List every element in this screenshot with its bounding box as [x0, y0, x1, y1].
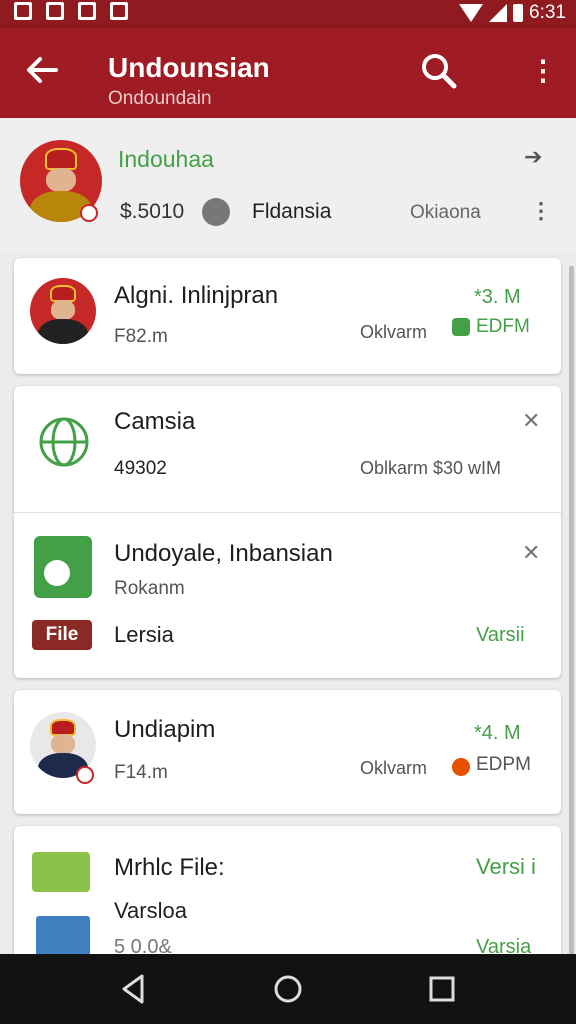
- item-meta: Oblkarm $30 wIM: [360, 458, 502, 478]
- item-version: Versi i: [476, 854, 536, 879]
- wifi-icon: [459, 4, 484, 22]
- status-right: 6:31: [459, 2, 566, 24]
- profile-name: Indouhaa: [118, 146, 214, 172]
- item-title: Mrhlc File:: [114, 854, 225, 881]
- play-badge-icon: [76, 766, 94, 784]
- item-tag: EDPM: [476, 754, 531, 775]
- avatar: [30, 278, 96, 344]
- profile-header[interactable]: Indouhaa ➔ $.5010 Fldansia Okiaona ⋮: [0, 118, 576, 250]
- nav-back-icon[interactable]: [116, 972, 150, 1006]
- battery-icon: [513, 4, 524, 22]
- search-icon[interactable]: [418, 50, 460, 92]
- item-subtitle: F82.m: [114, 326, 168, 347]
- item-title: Undoyale, Inbansian: [114, 540, 333, 567]
- list-card[interactable]: Undiapim F14.m Oklvarm *4. M EDPM: [14, 690, 561, 814]
- image-notification-icon: [14, 2, 32, 20]
- tag-icon: [452, 318, 470, 336]
- nav-home-icon[interactable]: [271, 972, 305, 1006]
- item-subtitle: 49302: [114, 458, 167, 479]
- navigation-bar: [0, 954, 576, 1024]
- globe-icon: [36, 414, 92, 470]
- item-meta: Oklvarm: [360, 322, 427, 342]
- car-icon: [202, 198, 230, 226]
- item-title: Algni. Inlinjpran: [114, 282, 279, 309]
- file-badge: File: [32, 620, 92, 650]
- item-subtitle: Rokanm: [114, 578, 185, 599]
- gallery-notification-icon: [46, 2, 64, 20]
- page-subtitle: Ondoundain: [108, 88, 212, 109]
- item-title: Undiapim: [114, 716, 216, 743]
- item-meta: Oklvarm: [360, 758, 427, 778]
- item-title: Camsia: [114, 408, 196, 435]
- list-card[interactable]: Camsia ✕ 49302 Oblkarm $30 wIM Undoyale,…: [14, 386, 561, 678]
- close-icon[interactable]: ✕: [522, 408, 540, 434]
- divider: [14, 512, 561, 513]
- item-rating: *4. M: [474, 722, 521, 744]
- status-bar: 6:31: [0, 0, 576, 28]
- close-icon[interactable]: ✕: [522, 540, 540, 566]
- item-file-text: Lersia: [114, 622, 174, 647]
- file-icon: [32, 852, 90, 892]
- more-vert-icon[interactable]: ⋮: [528, 50, 558, 92]
- signal-icon: [489, 4, 508, 22]
- profile-right-text: Okiaona: [410, 202, 481, 223]
- profile-more-icon[interactable]: ⋮: [530, 198, 552, 224]
- item-tag: EDFM: [476, 316, 530, 337]
- media-notification-icon: [78, 2, 96, 20]
- app-bar: Undounsian Ondoundain ⋮: [0, 28, 576, 118]
- list-card[interactable]: Algni. Inlinjpran F82.m Oklvarm *3. M ED…: [14, 258, 561, 374]
- back-arrow-icon[interactable]: [22, 50, 62, 90]
- notification-icons: [14, 2, 128, 20]
- nav-recents-icon[interactable]: [425, 972, 459, 1006]
- tag-icon: [452, 758, 470, 776]
- scrollbar[interactable]: [569, 266, 574, 956]
- bag-notification-icon: [110, 2, 128, 20]
- item-rating: *3. M: [474, 286, 521, 308]
- clock: 6:31: [529, 2, 566, 23]
- android-file-icon: [34, 536, 92, 598]
- list-card[interactable]: Mrhlc File: Versi i Varsloa 5 0.0& Varsi…: [14, 826, 561, 966]
- item-version: Varsii: [476, 624, 525, 646]
- page-title: Undounsian: [108, 52, 270, 83]
- item-subtitle: F14.m: [114, 762, 168, 783]
- play-badge-icon: [80, 204, 98, 222]
- profile-location: Fldansia: [252, 200, 332, 223]
- item-subtitle: Varsloa: [114, 898, 187, 923]
- arrow-right-icon[interactable]: ➔: [524, 144, 542, 170]
- profile-price: $.5010: [120, 200, 185, 223]
